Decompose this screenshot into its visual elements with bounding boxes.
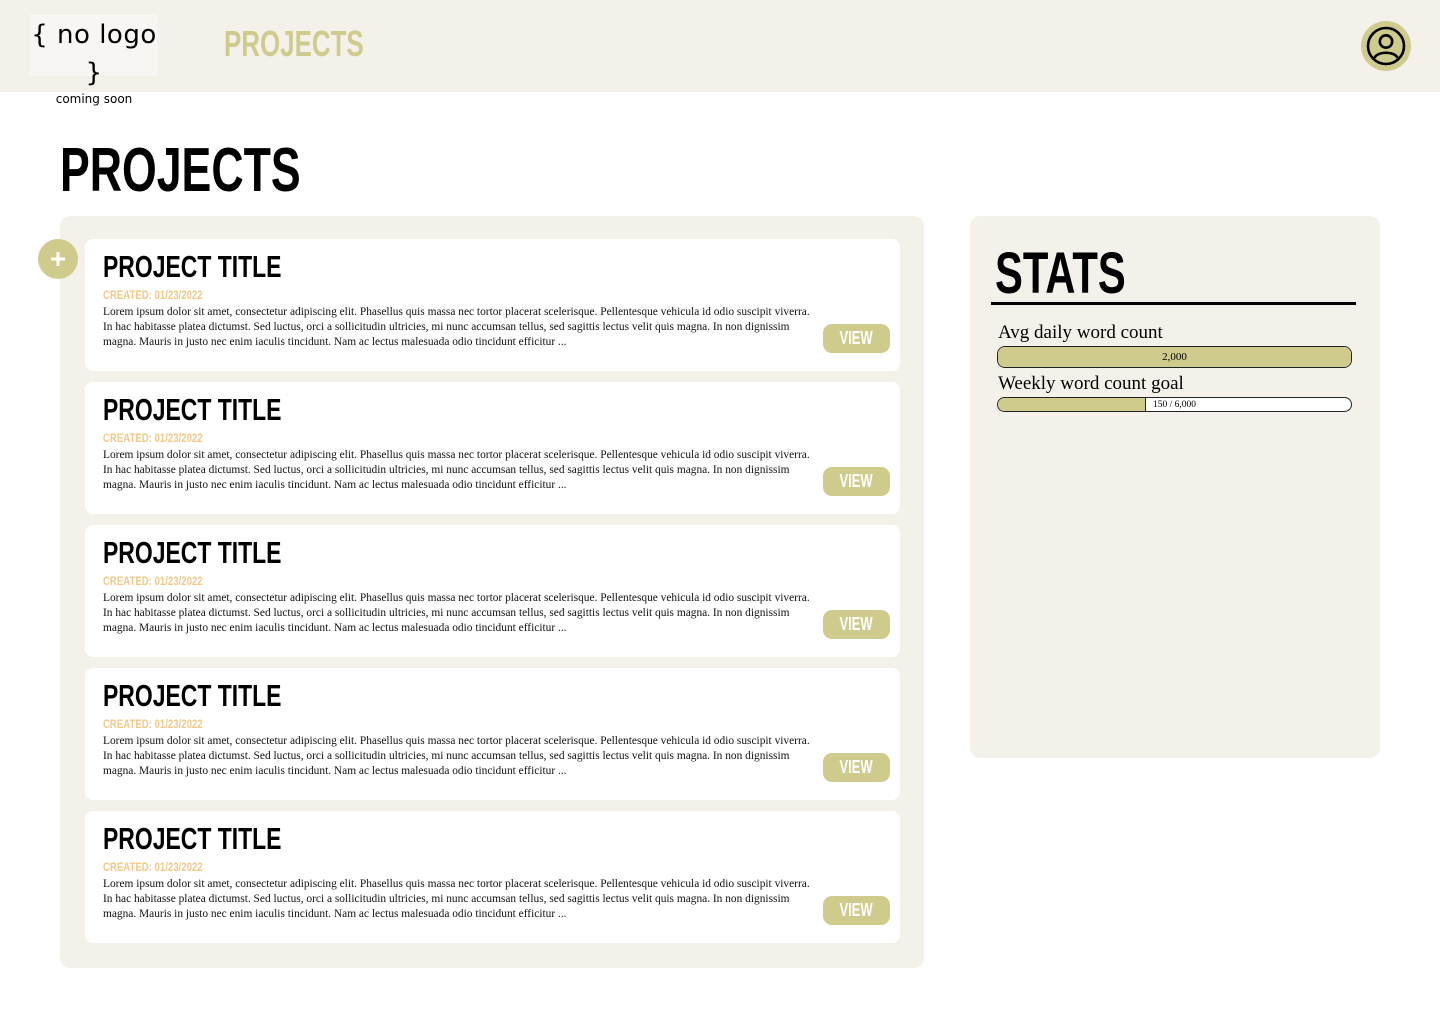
view-button-label: VIEW bbox=[839, 328, 874, 348]
weekly-goal-value: 150 / 6,000 bbox=[1152, 399, 1196, 410]
view-project-button[interactable]: VIEW bbox=[823, 896, 890, 925]
view-button-label: VIEW bbox=[839, 900, 874, 920]
weekly-goal-bar: 150 / 6,000 bbox=[997, 397, 1352, 412]
user-circle-icon bbox=[1366, 26, 1406, 66]
project-title[interactable]: PROJECT TITLE bbox=[103, 821, 281, 857]
view-button-label: VIEW bbox=[839, 757, 874, 777]
view-project-button[interactable]: VIEW bbox=[823, 467, 890, 496]
view-button-label: VIEW bbox=[839, 471, 874, 491]
project-description: Lorem ipsum dolor sit amet, consectetur … bbox=[103, 592, 810, 634]
stats-title: STATS bbox=[995, 241, 1126, 306]
project-card: PROJECT TITLE CREATED: 01/23/2022 Lorem … bbox=[85, 811, 900, 943]
project-card: PROJECT TITLE CREATED: 01/23/2022 Lorem … bbox=[85, 525, 900, 657]
view-project-button[interactable]: VIEW bbox=[823, 610, 890, 639]
logo-subtext: coming soon bbox=[55, 92, 133, 106]
project-created-date: CREATED: 01/23/2022 bbox=[103, 574, 203, 588]
stats-divider bbox=[991, 302, 1356, 305]
stats-panel: STATS Avg daily word count 2,000 Weekly … bbox=[970, 216, 1380, 758]
page-title: PROJECTS bbox=[60, 136, 301, 205]
project-title[interactable]: PROJECT TITLE bbox=[103, 392, 281, 428]
avatar-button[interactable] bbox=[1361, 21, 1411, 71]
project-title[interactable]: PROJECT TITLE bbox=[103, 535, 281, 571]
logo-text: { no logo } bbox=[31, 20, 157, 88]
project-card: PROJECT TITLE CREATED: 01/23/2022 Lorem … bbox=[85, 239, 900, 371]
project-created-date: CREATED: 01/23/2022 bbox=[103, 288, 203, 302]
project-created-date: CREATED: 01/23/2022 bbox=[103, 431, 203, 445]
view-button-label: VIEW bbox=[839, 614, 874, 634]
view-project-button[interactable]: VIEW bbox=[823, 753, 890, 782]
project-card: PROJECT TITLE CREATED: 01/23/2022 Lorem … bbox=[85, 668, 900, 800]
add-project-button[interactable] bbox=[38, 239, 78, 279]
project-title[interactable]: PROJECT TITLE bbox=[103, 678, 281, 714]
project-description: Lorem ipsum dolor sit amet, consectetur … bbox=[103, 735, 810, 777]
project-description: Lorem ipsum dolor sit amet, consectetur … bbox=[103, 306, 810, 348]
plus-icon bbox=[51, 252, 65, 266]
avg-daily-value: 2,000 bbox=[1162, 351, 1187, 363]
top-bar: { no logo } coming soon PROJECTS bbox=[0, 0, 1440, 106]
avg-daily-label: Avg daily word count bbox=[998, 322, 1163, 343]
view-project-button[interactable]: VIEW bbox=[823, 324, 890, 353]
project-created-date: CREATED: 01/23/2022 bbox=[103, 860, 203, 874]
avg-daily-bar: 2,000 bbox=[997, 346, 1352, 368]
project-title[interactable]: PROJECT TITLE bbox=[103, 249, 281, 285]
project-card: PROJECT TITLE CREATED: 01/23/2022 Lorem … bbox=[85, 382, 900, 514]
project-description: Lorem ipsum dolor sit amet, consectetur … bbox=[103, 878, 810, 920]
weekly-goal-label: Weekly word count goal bbox=[998, 373, 1184, 394]
project-description: Lorem ipsum dolor sit amet, consectetur … bbox=[103, 449, 810, 491]
logo-placeholder[interactable]: { no logo } coming soon bbox=[30, 14, 158, 106]
project-created-date: CREATED: 01/23/2022 bbox=[103, 717, 203, 731]
nav-projects-link[interactable]: PROJECTS bbox=[224, 22, 364, 66]
